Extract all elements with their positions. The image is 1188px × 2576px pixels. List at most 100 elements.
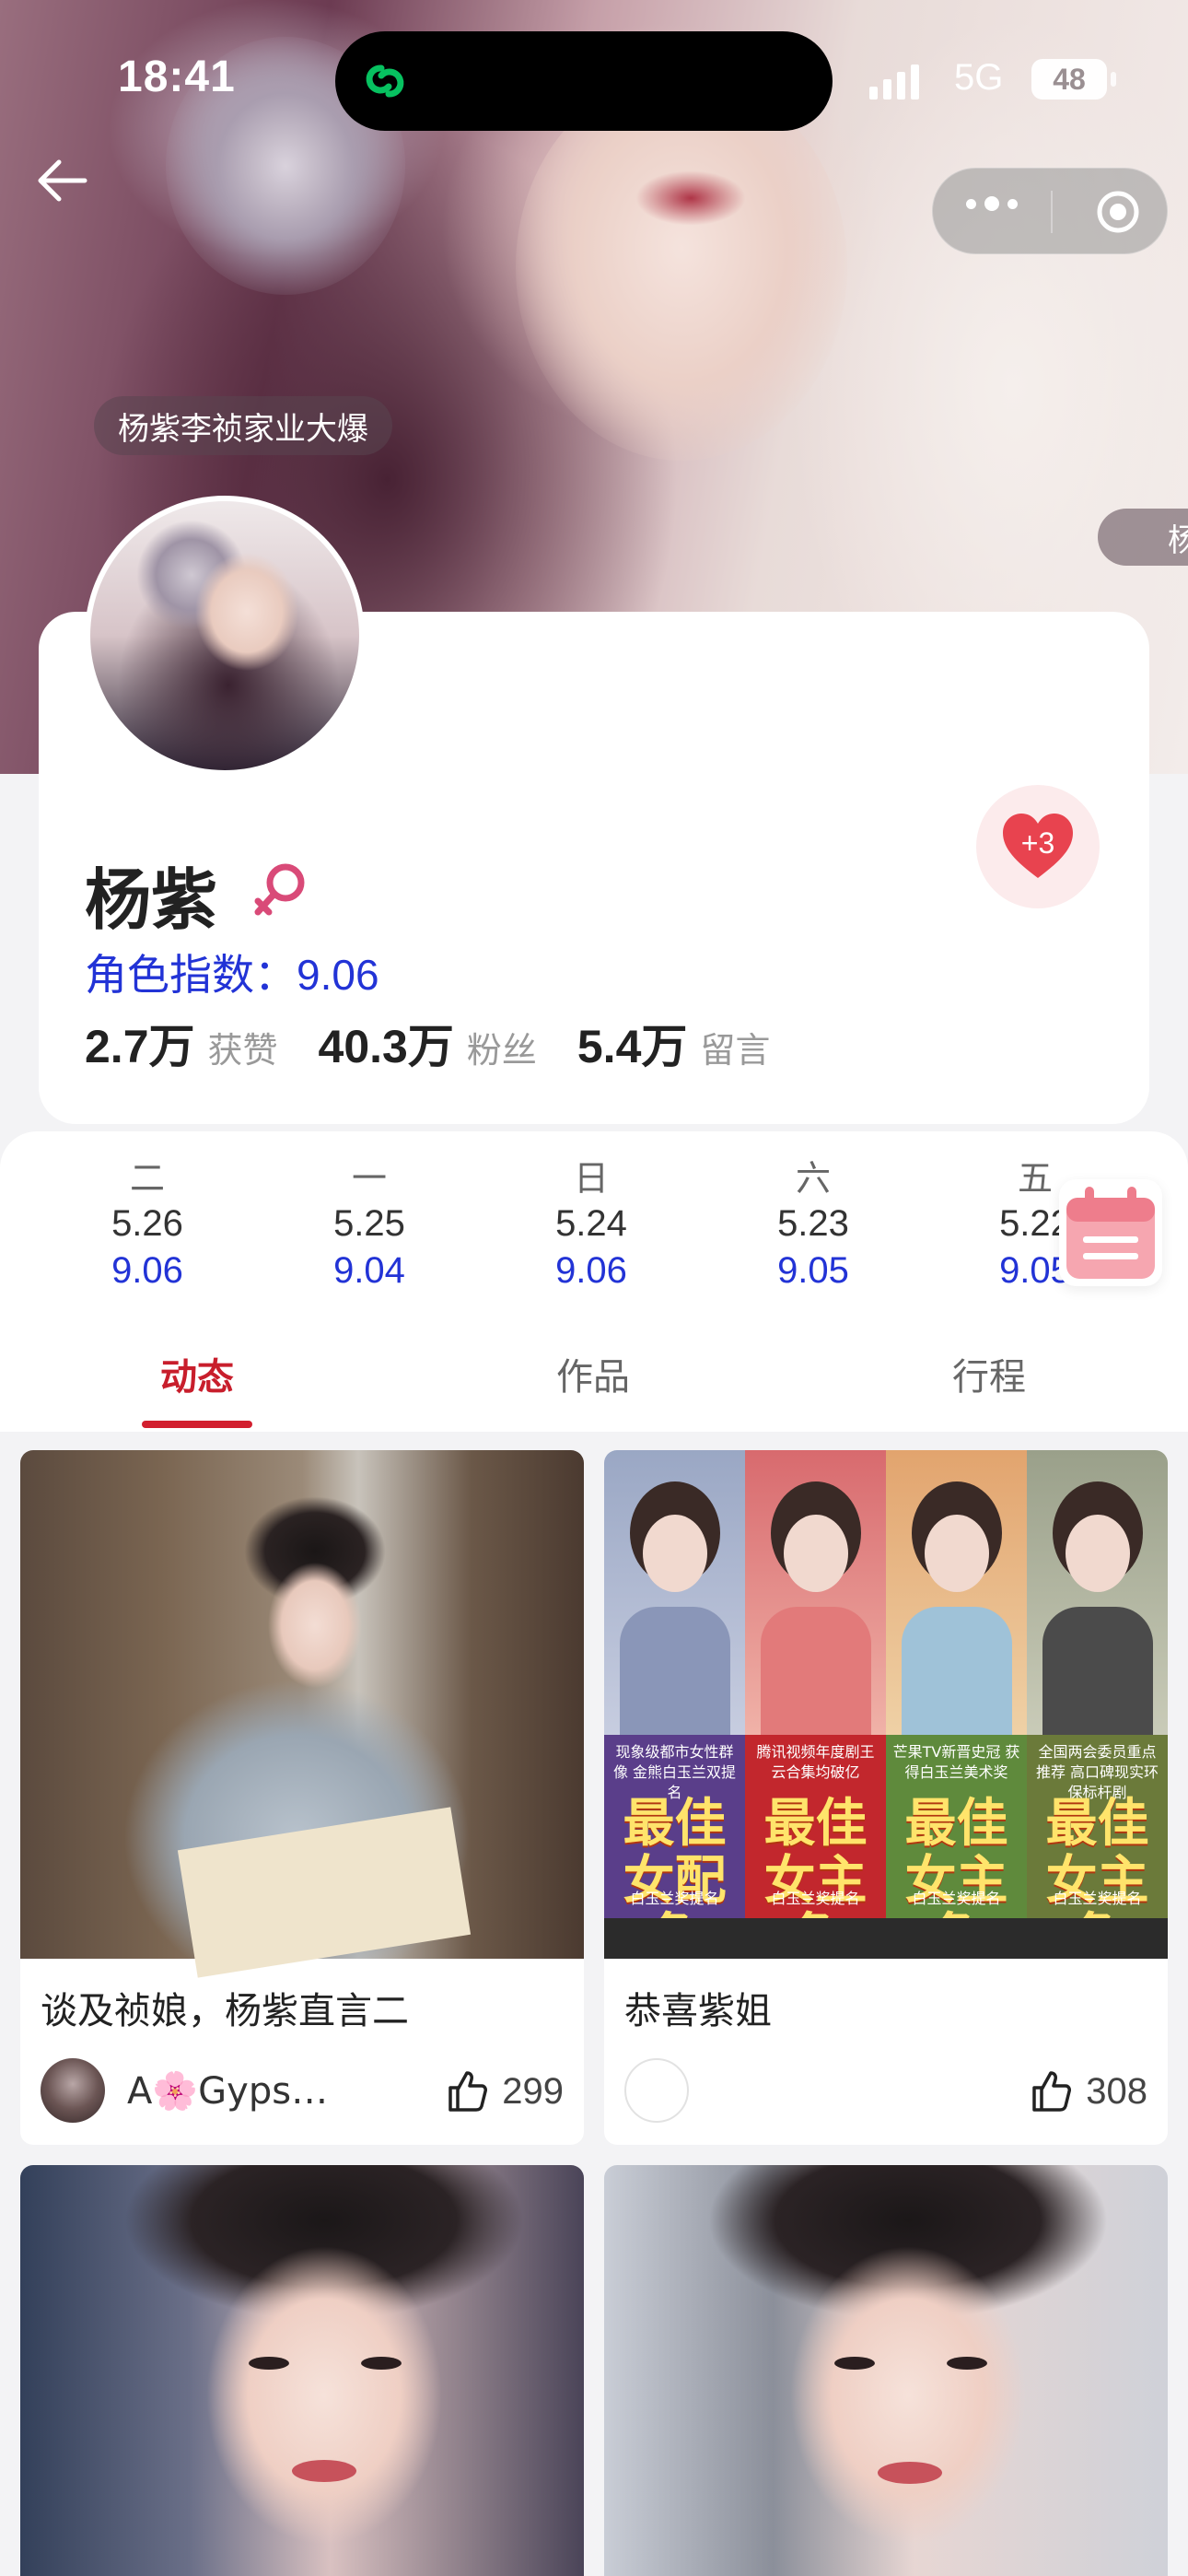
danmu-text: 杨	[1168, 521, 1188, 559]
capsule-divider	[1051, 191, 1053, 233]
active-tab-indicator	[142, 1421, 252, 1428]
portrait-eye	[249, 2357, 289, 2370]
date-tab-panel: 二 5.26 9.06 一 5.25 9.04 日 5.24 9.06 六 5.…	[0, 1131, 1188, 1432]
poster-figure	[924, 1515, 989, 1592]
stat-value: 2.7	[85, 1021, 149, 1072]
poster: 腾讯视频年度剧王 云合集均破亿 最佳女主角 白玉兰奖提名	[745, 1450, 886, 1959]
date-score: 9.06	[111, 1250, 183, 1286]
avatar[interactable]	[85, 496, 365, 776]
poster-award-panel: 芒果TV新晋史冠 获得白玉兰美术奖 最佳女主角 白玉兰奖提名	[886, 1735, 1027, 1959]
battery-nub	[1111, 72, 1116, 87]
day-of-week: 二	[129, 1158, 165, 1199]
date-label: 5.24	[555, 1203, 627, 1244]
poster-footnote: 白玉兰奖提名	[771, 1890, 860, 1908]
poster-footnote: 白玉兰奖提名	[1053, 1890, 1142, 1908]
date-item[interactable]: 二 5.26 9.06	[74, 1157, 221, 1286]
poster-footnote: 白玉兰奖提名	[912, 1890, 1001, 1908]
avatar-image	[90, 501, 359, 770]
cover-face	[516, 74, 847, 461]
stat-value: 40.3	[318, 1021, 408, 1072]
content-tabs: 动态 作品 行程	[0, 1340, 1188, 1432]
post-image	[20, 1450, 584, 1978]
danmu-bubble-right[interactable]: 杨	[1098, 509, 1188, 566]
stat-fans[interactable]: 40.3 万 粉丝	[319, 1010, 537, 1076]
female-gender-icon	[254, 863, 305, 916]
stat-likes[interactable]: 2.7 万 获赞	[85, 1010, 278, 1076]
like-button[interactable]: +3	[976, 785, 1100, 908]
post-card[interactable]: 现象级都市女性群像 金熊白玉兰双提名 最佳女配角 白玉兰奖提名 腾讯视频年度剧王…	[604, 1450, 1168, 2145]
like-count: 299	[502, 2070, 564, 2112]
poster: 芒果TV新晋史冠 获得白玉兰美术奖 最佳女主角 白玉兰奖提名	[886, 1450, 1027, 1959]
cellular-signal-icon	[869, 63, 919, 100]
portrait-eye	[361, 2357, 402, 2370]
portrait-eye	[947, 2357, 987, 2370]
stat-unit: 万	[641, 1020, 688, 1073]
like-count: 308	[1086, 2070, 1147, 2112]
letter-paper	[177, 1807, 472, 1978]
poster-figure	[1065, 1515, 1130, 1592]
date-label: 5.23	[777, 1203, 849, 1244]
dynamic-island	[335, 31, 833, 131]
day-of-week: 六	[795, 1158, 831, 1199]
post-card[interactable]	[20, 2165, 584, 2576]
portrait-lips	[878, 2462, 942, 2484]
poster: 全国两会委员重点推荐 高口碑现实环保标杆剧 最佳女主角 白玉兰奖提名	[1027, 1450, 1168, 1959]
calendar-icon	[1066, 1187, 1155, 1279]
profile-stats: 2.7 万 获赞 40.3 万 粉丝 5.4 万 留言	[85, 1010, 810, 1076]
date-score: 9.04	[333, 1250, 405, 1286]
poster-award-panel: 腾讯视频年度剧王 云合集均破亿 最佳女主角 白玉兰奖提名	[745, 1735, 886, 1959]
miniprogram-capsule	[932, 168, 1168, 254]
date-item[interactable]: 六 5.23 9.05	[740, 1157, 887, 1286]
portrait-lips	[292, 2460, 356, 2482]
poster-bottom-bar	[745, 1917, 886, 1959]
thumbs-up-icon	[1032, 2071, 1072, 2112]
battery-level: 48	[1053, 62, 1086, 96]
post-image	[604, 2165, 1168, 2576]
date-item[interactable]: 日 5.24 9.06	[518, 1157, 665, 1286]
post-likes[interactable]: 299	[445, 2069, 564, 2113]
author-avatar	[624, 2058, 689, 2123]
danmu-bubble[interactable]: 杨紫李祯家业大爆	[94, 396, 392, 455]
daily-score-strip[interactable]: 二 5.26 9.06 一 5.25 9.04 日 5.24 9.06 六 5.…	[0, 1157, 1188, 1286]
poster: 现象级都市女性群像 金熊白玉兰双提名 最佳女配角 白玉兰奖提名	[604, 1450, 745, 1959]
like-plus-count: +3	[1020, 826, 1055, 860]
portrait-eye	[834, 2357, 875, 2370]
date-label: 5.26	[111, 1203, 183, 1244]
date-score: 9.05	[777, 1250, 849, 1286]
poster-footnote: 白玉兰奖提名	[630, 1890, 719, 1908]
role-index: 角色指数：9.06	[85, 942, 379, 1002]
close-miniprogram-icon[interactable]	[1095, 189, 1141, 235]
post-card[interactable]: 谈及祯娘，杨紫直言二 A🌸Gyps… 299	[20, 1450, 584, 2145]
network-type: 5G	[954, 57, 1004, 98]
back-arrow-icon[interactable]	[29, 147, 96, 214]
more-icon[interactable]	[966, 196, 1018, 211]
date-item[interactable]: 一 5.25 9.04	[296, 1157, 443, 1286]
stat-label: 留言	[700, 1030, 771, 1071]
post-author[interactable]	[624, 2058, 711, 2123]
stat-unit: 万	[407, 1020, 454, 1073]
role-index-label: 角色指数：	[85, 950, 297, 1000]
poster-subtitle: 腾讯视频年度剧王 云合集均破亿	[756, 1743, 875, 1782]
post-author[interactable]: A🌸Gyps…	[41, 2058, 328, 2123]
poster-award-panel: 现象级都市女性群像 金熊白玉兰双提名 最佳女配角 白玉兰奖提名	[604, 1735, 745, 1959]
poster-subtitle: 芒果TV新晋史冠 获得白玉兰美术奖	[892, 1743, 1020, 1782]
tab-schedule[interactable]: 行程	[897, 1347, 1081, 1400]
post-card[interactable]	[604, 2165, 1168, 2576]
stat-comments[interactable]: 5.4 万 留言	[577, 1010, 771, 1076]
tab-dynamics[interactable]: 动态	[105, 1347, 289, 1400]
author-name: A🌸Gyps…	[127, 2069, 329, 2113]
post-likes[interactable]: 308	[1029, 2069, 1147, 2113]
poster-figure	[783, 1515, 848, 1592]
heart-icon: +3	[999, 810, 1077, 884]
date-score: 9.06	[555, 1250, 627, 1286]
poster-figure	[642, 1515, 707, 1592]
thumbs-up-icon	[448, 2071, 488, 2112]
post-image-awards: 现象级都市女性群像 金熊白玉兰双提名 最佳女配角 白玉兰奖提名 腾讯视频年度剧王…	[604, 1450, 1168, 1959]
stat-value: 5.4	[577, 1021, 642, 1072]
stat-label: 获赞	[207, 1030, 278, 1071]
calendar-button[interactable]	[1059, 1179, 1162, 1286]
tab-works[interactable]: 作品	[501, 1347, 685, 1400]
cover-lips	[635, 170, 746, 226]
battery-icon: 48	[1031, 59, 1107, 100]
poster-award-panel: 全国两会委员重点推荐 高口碑现实环保标杆剧 最佳女主角 白玉兰奖提名	[1027, 1735, 1168, 1959]
